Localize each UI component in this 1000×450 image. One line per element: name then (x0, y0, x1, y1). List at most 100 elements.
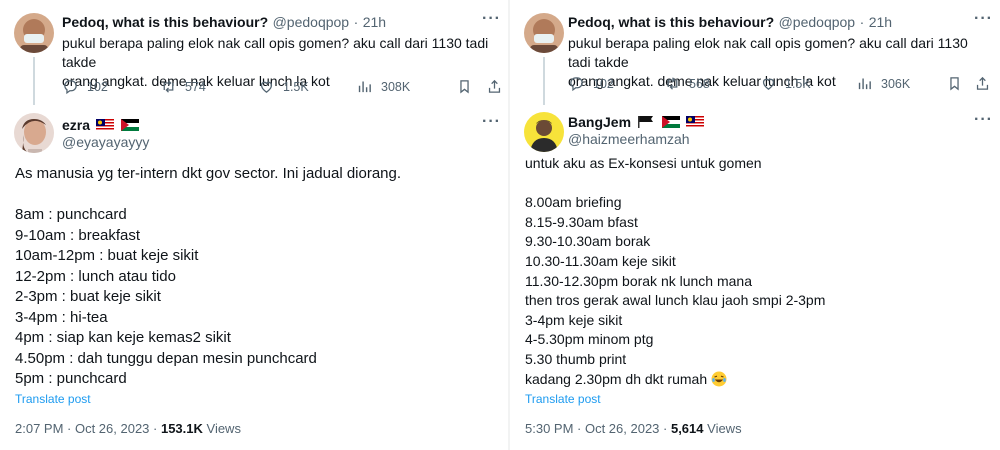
text-line: kadang 2.30pm dh dkt rumah (525, 370, 708, 387)
retweet-icon (667, 77, 678, 90)
translate-post-link[interactable]: Translate post (15, 392, 91, 406)
retweet-count: 574 (185, 79, 206, 94)
views-total: 153.1K (160, 421, 203, 436)
more-icon[interactable]: ··· (482, 10, 501, 28)
separator-dot: · (353, 14, 359, 30)
views-icon (858, 78, 871, 90)
more-icon[interactable]: ··· (482, 113, 501, 131)
parent-avatar[interactable] (14, 13, 54, 53)
timestamp-text[interactable]: 5:30 PM · Oct 26, 2023 · (525, 421, 671, 436)
share-icon (488, 79, 501, 93)
parent-header: Pedoq, what is this behaviour? @pedoqpop… (568, 14, 892, 32)
reply-author-handle[interactable]: @haizmeerhamzah (568, 131, 690, 147)
translate-post-link[interactable]: Translate post (525, 392, 601, 406)
retweet-button[interactable]: 568 (664, 75, 710, 92)
flag-palestine (661, 116, 680, 128)
reply-author-handle[interactable]: @eyayayayyy (62, 134, 149, 150)
text-line (15, 185, 401, 206)
text-line: 9.30-10.30am borak (525, 233, 651, 250)
text-line: 2-3pm : buat keje sikit (15, 288, 161, 305)
thread-line (543, 57, 545, 105)
flag-malaysia (96, 119, 115, 131)
text-line: 4-5.30pm minom ptg (525, 331, 654, 348)
flag-black (638, 116, 654, 128)
separator-dot: · (859, 14, 865, 30)
parent-author-name[interactable]: Pedoq, what is this behaviour? (568, 14, 774, 30)
reply-icon (570, 77, 583, 92)
parent-author-name[interactable]: Pedoq, what is this behaviour? (62, 14, 268, 30)
views-button[interactable]: 306K (856, 75, 910, 92)
reply-author-name[interactable]: BangJem (568, 114, 631, 130)
retweet-count: 568 (689, 76, 710, 91)
reply-button[interactable]: 102 (568, 75, 614, 92)
more-icon[interactable]: ··· (974, 111, 993, 129)
views-count: 308K (381, 79, 411, 94)
share-button[interactable] (486, 78, 503, 95)
text-line: 9-10am : breakfast (15, 226, 141, 244)
like-count: 1.5K (283, 79, 309, 94)
text-line-last: kadang 2.30pm dh dkt rumah (525, 370, 825, 390)
text-line: 10am-12pm : buat keje sikit (15, 247, 199, 264)
laughing-emoji (711, 371, 727, 387)
bookmark-icon (950, 77, 959, 91)
more-icon[interactable]: ··· (974, 10, 993, 28)
parent-author-handle[interactable]: @pedoqpop (779, 14, 856, 30)
reply-icon (64, 80, 77, 95)
like-icon (762, 78, 775, 90)
text-line (525, 174, 825, 194)
right-tweet-panel: Pedoq, what is this behaviour? @pedoqpop… (510, 0, 1000, 450)
reply-header: BangJem (568, 114, 705, 132)
text-line: 4.50pm : dah tunggu depan mesin punchcar… (15, 349, 317, 367)
parent-actions: 102 574 1.5K 308K (62, 78, 502, 102)
retweet-button[interactable]: 574 (160, 78, 206, 95)
parent-time[interactable]: 21h (363, 14, 386, 30)
text-line: 8am : punchcard (15, 206, 127, 223)
text-line: 12-2pm : lunch atau tido (15, 267, 176, 285)
parent-author-handle[interactable]: @pedoqpop (273, 14, 350, 30)
like-button[interactable]: 1.5K (760, 75, 811, 92)
text-line: 3-4pm : hi-tea (15, 308, 108, 326)
text-line: 5.30 thumb print (525, 350, 627, 367)
text-line: 5pm : punchcard (15, 370, 127, 387)
text-line: 10.30-11.30am keje sikit (525, 252, 676, 269)
views-count: 306K (881, 76, 911, 91)
left-tweet-panel: Pedoq, what is this behaviour? @pedoqpop… (0, 0, 508, 450)
like-icon (260, 81, 273, 93)
reply-author-avatar[interactable] (524, 112, 564, 152)
reply-count: 102 (593, 76, 614, 91)
share-icon (976, 76, 989, 90)
views-button[interactable]: 308K (356, 78, 410, 95)
retweet-icon (163, 80, 174, 93)
reply-text: As manusia yg ter-intern dkt gov sector.… (15, 164, 401, 390)
views-label: Views (703, 421, 742, 436)
tweet-timestamp: 5:30 PM · Oct 26, 2023 · 5,614 Views (525, 421, 742, 436)
text-line: untuk aku as Ex-konsesi untuk gomen (525, 155, 762, 171)
text-line: then tros gerak awal lunch klau jaoh smp… (525, 292, 826, 309)
text-line: 8.15-9.30am bfast (525, 213, 638, 230)
text-line: 8.00am briefing (525, 194, 622, 211)
reply-author-avatar[interactable] (14, 113, 54, 153)
reply-header: ezra (62, 117, 139, 135)
reply-author-name[interactable]: ezra (62, 117, 90, 133)
tweet-timestamp: 2:07 PM · Oct 26, 2023 · 153.1K Views (15, 421, 241, 436)
thread-line (33, 57, 35, 105)
parent-time[interactable]: 21h (869, 14, 892, 30)
views-label: Views (202, 421, 241, 436)
text-line: 3-4pm keje sikit (525, 311, 623, 328)
text-line: 4pm : siap kan keje kemas2 sikit (15, 329, 231, 346)
bookmark-icon (460, 80, 469, 94)
text-line: As manusia yg ter-intern dkt gov sector.… (15, 165, 402, 182)
parent-actions: 102 568 1.5K 306K (568, 75, 993, 99)
like-count: 1.5K (785, 76, 811, 91)
share-button[interactable] (974, 75, 991, 92)
parent-avatar[interactable] (524, 13, 564, 53)
flag-palestine (120, 119, 139, 131)
views-icon (358, 81, 371, 93)
text-line: 11.30-12.30pm borak nk lunch mana (525, 272, 752, 289)
timestamp-text[interactable]: 2:07 PM · Oct 26, 2023 · (15, 421, 161, 436)
bookmark-button[interactable] (456, 78, 473, 95)
like-button[interactable]: 1.5K (258, 78, 309, 95)
parent-header: Pedoq, what is this behaviour? @pedoqpop… (62, 14, 386, 32)
bookmark-button[interactable] (946, 75, 963, 92)
reply-button[interactable]: 102 (62, 78, 108, 95)
